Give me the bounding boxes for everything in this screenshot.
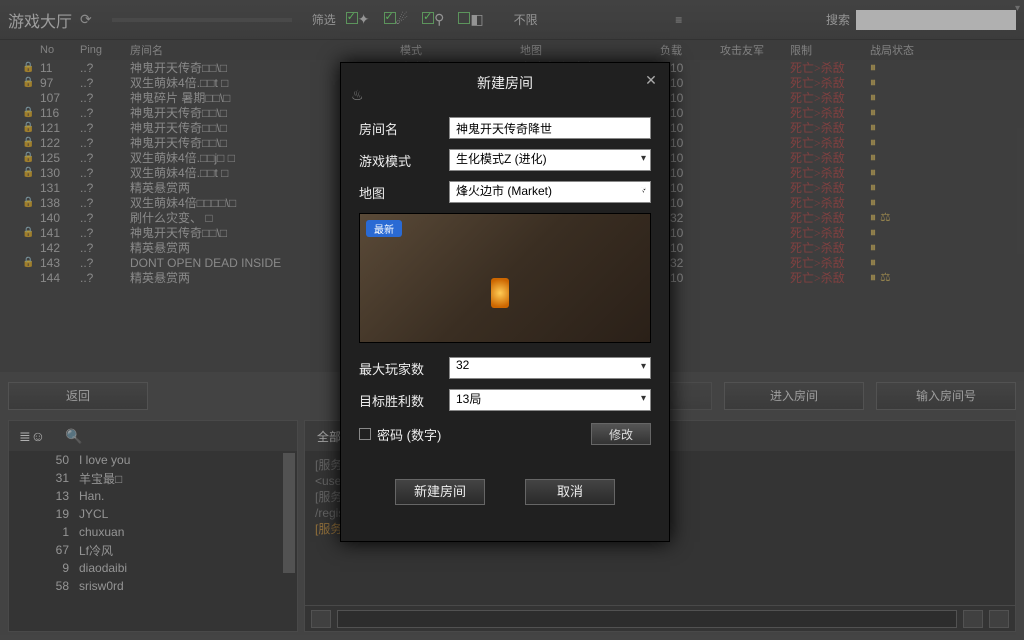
create-room-modal: ♨ 新建房间 ✕ 房间名 游戏模式 生化模式Z (进化) ▾ 地图 烽火边市 (…	[340, 62, 670, 542]
maxplayers-label: 最大玩家数	[359, 359, 449, 378]
maxplayers-value: 32	[456, 358, 469, 372]
password-label: 密码 (数字)	[377, 425, 591, 444]
steam-icon: ♨	[351, 75, 364, 115]
modal-title-bar: ♨ 新建房间 ✕	[341, 63, 669, 103]
modal-create-button[interactable]: 新建房间	[395, 479, 485, 505]
map-label: 地图	[359, 183, 449, 202]
password-checkbox[interactable]	[359, 428, 371, 440]
modify-button[interactable]: 修改	[591, 423, 651, 445]
modal-title: 新建房间	[477, 75, 533, 91]
map-select[interactable]: 烽火边市 (Market) ▾ ↖	[449, 181, 651, 203]
winrounds-value: 13局	[456, 392, 481, 406]
room-name-input[interactable]	[449, 117, 651, 139]
close-icon[interactable]: ✕	[643, 73, 659, 89]
map-new-badge: 最新	[366, 220, 402, 237]
map-value: 烽火边市 (Market)	[456, 184, 552, 198]
chevron-down-icon: ▾	[641, 153, 646, 164]
chevron-down-icon: ▾	[641, 361, 646, 372]
chevron-down-icon: ▾	[641, 393, 646, 404]
mode-select[interactable]: 生化模式Z (进化) ▾	[449, 149, 651, 171]
chevron-down-icon: ▾	[641, 185, 646, 196]
winrounds-label: 目标胜利数	[359, 391, 449, 410]
map-preview: 最新	[359, 213, 651, 343]
maxplayers-select[interactable]: 32 ▾	[449, 357, 651, 379]
room-name-label: 房间名	[359, 119, 449, 138]
mode-label: 游戏模式	[359, 151, 449, 170]
modal-cancel-button[interactable]: 取消	[525, 479, 615, 505]
mode-value: 生化模式Z (进化)	[456, 152, 547, 166]
winrounds-select[interactable]: 13局 ▾	[449, 389, 651, 411]
